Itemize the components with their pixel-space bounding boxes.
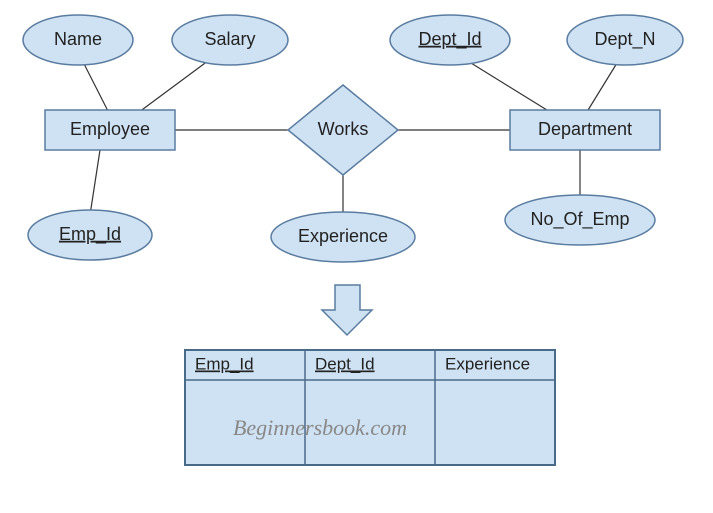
table-header-dept-id: Dept_Id <box>315 354 375 373</box>
attr-no-of-emp-label: No_Of_Emp <box>530 209 629 230</box>
attr-experience-label: Experience <box>298 226 388 246</box>
attr-dept-n-label: Dept_N <box>594 29 655 50</box>
attr-salary-label: Salary <box>204 29 255 49</box>
table-header-experience: Experience <box>445 354 530 373</box>
attr-name-label: Name <box>54 29 102 49</box>
relationship-works-label: Works <box>318 119 369 139</box>
attr-dept-id-label: Dept_Id <box>418 29 481 50</box>
table-header-emp-id: Emp_Id <box>195 354 254 373</box>
entity-department-label: Department <box>538 119 632 139</box>
er-diagram: Name Salary Dept_Id Dept_N Employee Work… <box>0 0 713 513</box>
line-employee-empid <box>90 150 100 215</box>
arrow-down-icon <box>322 285 372 335</box>
watermark-text: Beginnersbook.com <box>233 415 407 440</box>
attr-emp-id-label: Emp_Id <box>59 224 121 245</box>
entity-employee-label: Employee <box>70 119 150 139</box>
